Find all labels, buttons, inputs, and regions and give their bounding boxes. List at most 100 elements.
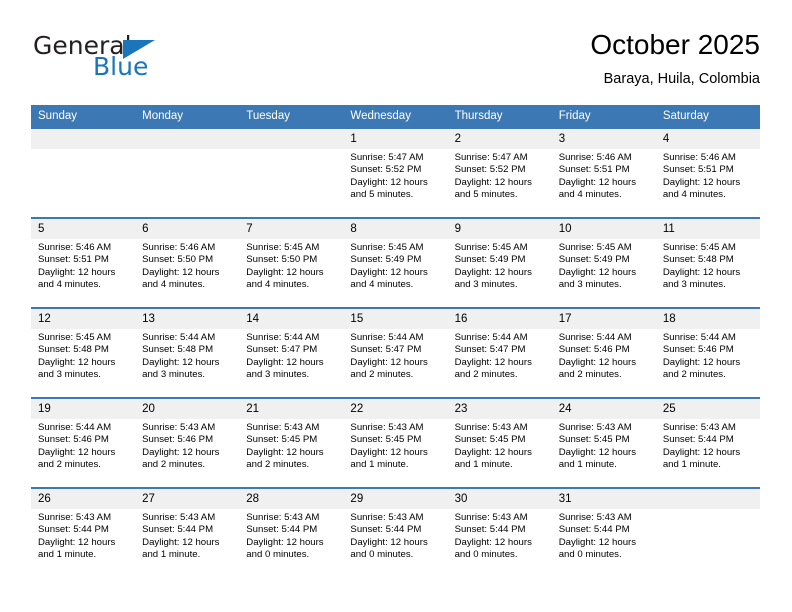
- calendar-day-cell-1[interactable]: 1 Sunrise: 5:47 AM Sunset: 5:52 PM Daylight…: [343, 127, 448, 218]
- day-number: 2: [447, 129, 552, 149]
- sunrise-text: Sunrise: 5:44 AM: [142, 332, 216, 343]
- daylight-text: Daylight: 12 hours and 5 minutes.: [454, 176, 532, 201]
- day-number: 14: [239, 309, 344, 329]
- sunset-text: Sunset: 5:49 PM: [454, 254, 526, 266]
- calendar-day-cell-19[interactable]: 19 Sunrise: 5:44 AM Sunset: 5:46 PM Dayligh…: [31, 397, 136, 488]
- day-sun-info: Sunrise: 5:44 AM Sunset: 5:46 PM Daylight:…: [552, 329, 656, 382]
- calendar-day-cell-4[interactable]: 4 Sunrise: 5:46 AM Sunset: 5:51 PM Daylight…: [655, 127, 760, 218]
- weekday-header-thursday: Thursday: [447, 105, 552, 128]
- day-number: 5: [31, 219, 136, 239]
- day-sun-info: Sunrise: 5:46 AM Sunset: 5:51 PM Daylight:…: [31, 239, 135, 292]
- calendar-day-cell-7[interactable]: 7 Sunrise: 5:45 AM Sunset: 5:50 PM Daylight…: [239, 217, 344, 308]
- day-number: 29: [343, 489, 448, 509]
- calendar-day-cell-empty: [135, 127, 240, 218]
- daylight-text: Daylight: 12 hours and 0 minutes.: [558, 536, 637, 561]
- sunrise-text: Sunrise: 5:44 AM: [246, 332, 320, 343]
- day-number: 16: [447, 309, 552, 329]
- day-sun-info: Sunrise: 5:43 AM Sunset: 5:44 PM Daylight:…: [343, 509, 447, 562]
- day-number: 25: [655, 399, 760, 419]
- general-blue-logo[interactable]: General Blue: [31, 32, 261, 94]
- calendar-week-row: 19 Sunrise: 5:44 AM Sunset: 5:46 PM Dayligh…: [31, 397, 760, 488]
- calendar-day-cell-25[interactable]: 25 Sunrise: 5:43 AM Sunset: 5:44 PM Dayligh…: [655, 397, 760, 488]
- page-header: General Blue October 2025 Baraya, Huila,…: [31, 28, 760, 98]
- calendar-day-cell-16[interactable]: 16 Sunrise: 5:44 AM Sunset: 5:47 PM Dayligh…: [447, 307, 552, 398]
- calendar-day-cell-26[interactable]: 26 Sunrise: 5:43 AM Sunset: 5:44 PM Dayligh…: [31, 487, 136, 577]
- weekday-header-friday: Friday: [551, 105, 656, 128]
- sunset-text: Sunset: 5:52 PM: [350, 164, 422, 176]
- day-number: 7: [239, 219, 344, 239]
- day-sun-info: Sunrise: 5:46 AM Sunset: 5:51 PM Daylight:…: [656, 149, 760, 202]
- sunset-text: Sunset: 5:45 PM: [350, 434, 422, 446]
- sunset-text: Sunset: 5:44 PM: [246, 524, 318, 536]
- calendar-week-row: 26 Sunrise: 5:43 AM Sunset: 5:44 PM Dayligh…: [31, 487, 760, 577]
- sunrise-text: Sunrise: 5:45 AM: [558, 242, 632, 253]
- calendar-day-cell-12[interactable]: 12 Sunrise: 5:45 AM Sunset: 5:48 PM Dayligh…: [31, 307, 136, 398]
- calendar-day-cell-3[interactable]: 3 Sunrise: 5:46 AM Sunset: 5:51 PM Daylight…: [551, 127, 656, 218]
- calendar-day-cell-27[interactable]: 27 Sunrise: 5:43 AM Sunset: 5:44 PM Dayligh…: [135, 487, 240, 577]
- calendar-day-cell-23[interactable]: 23 Sunrise: 5:43 AM Sunset: 5:45 PM Dayligh…: [447, 397, 552, 488]
- daylight-text: Daylight: 12 hours and 0 minutes.: [454, 536, 532, 561]
- calendar-day-cell-24[interactable]: 24 Sunrise: 5:43 AM Sunset: 5:45 PM Dayligh…: [551, 397, 656, 488]
- sunrise-text: Sunrise: 5:43 AM: [558, 422, 632, 433]
- calendar-day-cell-30[interactable]: 30 Sunrise: 5:43 AM Sunset: 5:44 PM Dayligh…: [447, 487, 552, 577]
- title-block: October 2025 Baraya, Huila, Colombia: [590, 28, 760, 89]
- calendar-day-cell-22[interactable]: 22 Sunrise: 5:43 AM Sunset: 5:45 PM Dayligh…: [343, 397, 448, 488]
- page-title: October 2025: [590, 29, 760, 60]
- calendar-day-cell-2[interactable]: 2 Sunrise: 5:47 AM Sunset: 5:52 PM Daylight…: [447, 127, 552, 218]
- calendar-day-cell-11[interactable]: 11 Sunrise: 5:45 AM Sunset: 5:48 PM Dayligh…: [655, 217, 760, 308]
- page-subtitle-location: Baraya, Huila, Colombia: [603, 71, 760, 87]
- calendar-week-row: 1 Sunrise: 5:47 AM Sunset: 5:52 PM Daylight…: [31, 127, 760, 218]
- calendar-day-cell-14[interactable]: 14 Sunrise: 5:44 AM Sunset: 5:47 PM Dayligh…: [239, 307, 344, 398]
- calendar-week-row: 5 Sunrise: 5:46 AM Sunset: 5:51 PM Daylight…: [31, 217, 760, 308]
- sunrise-text: Sunrise: 5:46 AM: [38, 242, 112, 253]
- sunset-text: Sunset: 5:48 PM: [142, 344, 214, 356]
- day-sun-info: Sunrise: 5:47 AM Sunset: 5:52 PM Daylight:…: [343, 149, 447, 202]
- calendar-day-cell-empty: [655, 487, 760, 577]
- calendar-day-cell-8[interactable]: 8 Sunrise: 5:45 AM Sunset: 5:49 PM Daylight…: [343, 217, 448, 308]
- sunset-text: Sunset: 5:45 PM: [454, 434, 526, 446]
- calendar-day-cell-10[interactable]: 10 Sunrise: 5:45 AM Sunset: 5:49 PM Dayligh…: [551, 217, 656, 308]
- calendar-table: Sunday Monday Tuesday Wednesday Thursday Frid…: [31, 105, 760, 577]
- day-sun-info: Sunrise: 5:43 AM Sunset: 5:44 PM Daylight:…: [448, 509, 552, 562]
- sunrise-text: Sunrise: 5:44 AM: [454, 332, 528, 343]
- sunrise-text: Sunrise: 5:44 AM: [38, 422, 112, 433]
- daylight-text: Daylight: 12 hours and 2 minutes.: [350, 356, 428, 381]
- sunrise-text: Sunrise: 5:43 AM: [454, 512, 528, 523]
- sunset-text: Sunset: 5:46 PM: [142, 434, 214, 446]
- sunrise-text: Sunrise: 5:44 AM: [350, 332, 424, 343]
- daylight-text: Daylight: 12 hours and 0 minutes.: [350, 536, 428, 561]
- day-sun-info: Sunrise: 5:46 AM Sunset: 5:50 PM Daylight:…: [135, 239, 239, 292]
- calendar-page: General Blue October 2025 Baraya, Huila,…: [0, 0, 792, 612]
- calendar-day-cell-5[interactable]: 5 Sunrise: 5:46 AM Sunset: 5:51 PM Daylight…: [31, 217, 136, 308]
- calendar-day-cell-6[interactable]: 6 Sunrise: 5:46 AM Sunset: 5:50 PM Daylight…: [135, 217, 240, 308]
- calendar-day-cell-15[interactable]: 15 Sunrise: 5:44 AM Sunset: 5:47 PM Dayligh…: [343, 307, 448, 398]
- sunset-text: Sunset: 5:47 PM: [246, 344, 318, 356]
- day-sun-info: Sunrise: 5:43 AM Sunset: 5:46 PM Daylight:…: [135, 419, 239, 472]
- sunrise-text: Sunrise: 5:43 AM: [246, 512, 320, 523]
- sunrise-text: Sunrise: 5:43 AM: [454, 422, 528, 433]
- daylight-text: Daylight: 12 hours and 4 minutes.: [350, 266, 428, 291]
- day-sun-info: Sunrise: 5:45 AM Sunset: 5:48 PM Daylight:…: [656, 239, 760, 292]
- calendar-day-cell-31[interactable]: 31 Sunrise: 5:43 AM Sunset: 5:44 PM Dayligh…: [551, 487, 656, 577]
- daylight-text: Daylight: 12 hours and 3 minutes.: [454, 266, 532, 291]
- daylight-text: Daylight: 12 hours and 1 minute.: [38, 536, 116, 561]
- calendar-day-cell-28[interactable]: 28 Sunrise: 5:43 AM Sunset: 5:44 PM Dayligh…: [239, 487, 344, 577]
- sunset-text: Sunset: 5:49 PM: [350, 254, 422, 266]
- calendar-day-cell-21[interactable]: 21 Sunrise: 5:43 AM Sunset: 5:45 PM Dayligh…: [239, 397, 344, 488]
- day-number: 30: [447, 489, 552, 509]
- calendar-day-cell-18[interactable]: 18 Sunrise: 5:44 AM Sunset: 5:46 PM Dayligh…: [655, 307, 760, 398]
- calendar-day-cell-9[interactable]: 9 Sunrise: 5:45 AM Sunset: 5:49 PM Daylight…: [447, 217, 552, 308]
- day-number: 11: [655, 219, 760, 239]
- calendar-day-cell-17[interactable]: 17 Sunrise: 5:44 AM Sunset: 5:46 PM Dayligh…: [551, 307, 656, 398]
- calendar-day-cell-20[interactable]: 20 Sunrise: 5:43 AM Sunset: 5:46 PM Dayligh…: [135, 397, 240, 488]
- calendar-day-cell-13[interactable]: 13 Sunrise: 5:44 AM Sunset: 5:48 PM Dayligh…: [135, 307, 240, 398]
- sunrise-text: Sunrise: 5:47 AM: [350, 152, 424, 163]
- sunrise-text: Sunrise: 5:45 AM: [38, 332, 112, 343]
- day-number: 26: [31, 489, 136, 509]
- day-sun-info: Sunrise: 5:45 AM Sunset: 5:49 PM Daylight:…: [343, 239, 447, 292]
- sunrise-text: Sunrise: 5:43 AM: [142, 422, 216, 433]
- calendar-day-cell-29[interactable]: 29 Sunrise: 5:43 AM Sunset: 5:44 PM Dayligh…: [343, 487, 448, 577]
- weekday-header-row: Sunday Monday Tuesday Wednesday Thursday Frid…: [31, 105, 760, 128]
- calendar-day-cell-empty: [239, 127, 344, 218]
- day-number: [135, 129, 240, 149]
